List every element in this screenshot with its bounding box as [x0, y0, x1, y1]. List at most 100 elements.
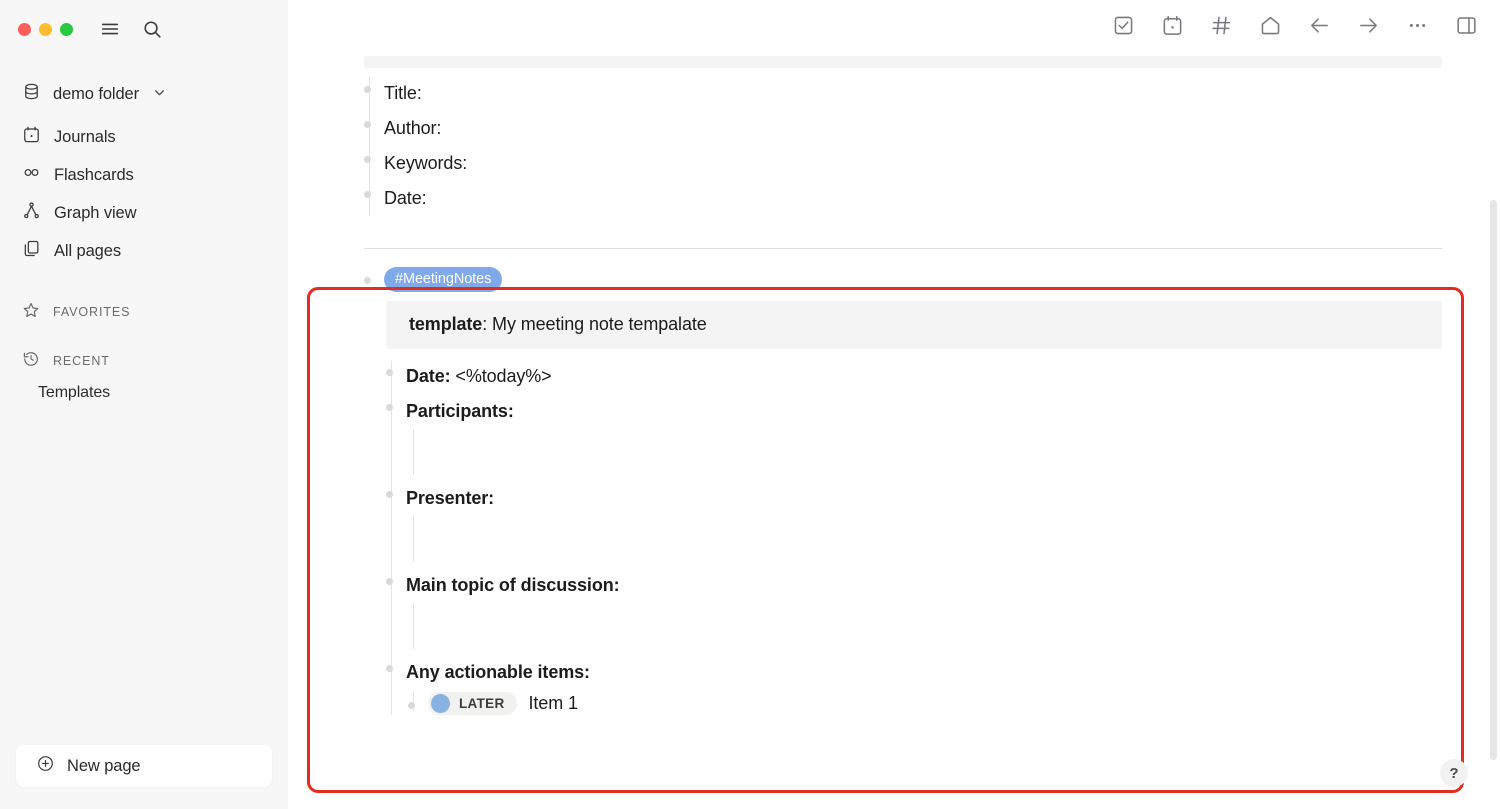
template-property-key: template [409, 314, 482, 334]
main-area: Title: Author: Keywords: Date: [288, 0, 1500, 809]
block-bullet[interactable] [386, 665, 393, 672]
help-button[interactable]: ? [1440, 759, 1468, 787]
graph-icon [22, 201, 41, 225]
todo-checkbox-icon[interactable] [1112, 14, 1135, 42]
sidebar-section-recent[interactable]: RECENT [0, 343, 288, 378]
maximize-window-button[interactable] [60, 23, 73, 36]
home-icon[interactable] [1259, 14, 1282, 42]
sidebar-section-favorites[interactable]: FAVORITES [0, 294, 288, 329]
block-text: Any actionable items: [406, 655, 590, 690]
sidebar-recent-page-templates[interactable]: Templates [0, 378, 288, 408]
block-presenter-field[interactable]: Presenter: [386, 481, 1442, 516]
sidebar-item-all-pages[interactable]: All pages [0, 232, 288, 270]
block-main-topic-field[interactable]: Main topic of discussion: [386, 568, 1442, 603]
chevron-down-icon[interactable] [153, 85, 166, 104]
infinity-icon [22, 163, 41, 187]
block-bullet[interactable] [364, 191, 371, 198]
traffic-lights [18, 23, 73, 36]
block-bullet[interactable] [364, 86, 371, 93]
ellipsis-icon[interactable] [1406, 14, 1429, 42]
block-text: Presenter: [406, 481, 494, 516]
sidebar-section-label: FAVORITES [53, 305, 130, 319]
block-label: Main topic of discussion: [406, 575, 620, 595]
block-bullet[interactable] [408, 702, 415, 709]
sidebar-item-label: Flashcards [54, 166, 134, 185]
search-icon[interactable] [141, 18, 163, 40]
block-keywords[interactable]: Keywords: [364, 146, 1442, 181]
clock-history-icon [22, 350, 40, 371]
sidebar-section-label: RECENT [53, 354, 110, 368]
main-scrollbar[interactable] [1490, 200, 1497, 760]
sidebar-item-label: All pages [54, 242, 121, 261]
new-page-label: New page [67, 757, 141, 776]
minimize-window-button[interactable] [39, 23, 52, 36]
sidebar-item-journals[interactable]: Journals [0, 118, 288, 156]
block-date-field[interactable]: Date: <%today%> [386, 359, 1442, 394]
block-label: Presenter: [406, 488, 494, 508]
sidebar-spacer [0, 408, 288, 745]
document-body: Title: Author: Keywords: Date: [364, 56, 1442, 715]
pages-icon [22, 239, 41, 263]
block-guide-line [413, 516, 414, 562]
block-participants-field[interactable]: Participants: [386, 394, 1442, 429]
block-text: Participants: [406, 394, 514, 429]
block-author[interactable]: Author: [364, 111, 1442, 146]
template-property-row[interactable]: template: My meeting note tempalate [386, 301, 1442, 349]
empty-child-block[interactable] [408, 603, 1442, 655]
block-bullet[interactable] [364, 121, 371, 128]
block-title[interactable]: Title: [364, 76, 1442, 111]
section-divider [364, 248, 1442, 249]
sidebar-item-label: Graph view [54, 204, 136, 223]
hash-icon[interactable] [1210, 14, 1233, 42]
arrow-left-icon[interactable] [1308, 14, 1331, 42]
tag-meetingnotes[interactable]: #MeetingNotes [384, 267, 502, 292]
sidebar-item-flashcards[interactable]: Flashcards [0, 156, 288, 194]
close-window-button[interactable] [18, 23, 31, 36]
meeting-notes-template-block: #MeetingNotes template: My meeting note … [364, 267, 1442, 715]
todo-text: Item 1 [529, 693, 578, 714]
block-value: <%today%> [451, 366, 552, 386]
template-tag-row[interactable]: #MeetingNotes [364, 267, 1442, 292]
top-toolbar [288, 0, 1500, 56]
block-bullet[interactable] [364, 277, 371, 284]
right-sidebar-icon[interactable] [1455, 14, 1478, 42]
left-sidebar: demo folder Journals [0, 0, 288, 809]
block-bullet[interactable] [386, 578, 393, 585]
hamburger-menu-icon[interactable] [99, 18, 121, 40]
page-content: Title: Author: Keywords: Date: [288, 56, 1500, 809]
calendar-icon[interactable] [1161, 14, 1184, 42]
sidebar-item-graph-view[interactable]: Graph view [0, 194, 288, 232]
arrow-right-icon[interactable] [1357, 14, 1380, 42]
block-text: Author: [384, 111, 441, 146]
block-bullet[interactable] [386, 491, 393, 498]
todo-status-circle-icon[interactable] [431, 694, 450, 713]
calendar-icon [22, 125, 41, 149]
block-guide-line [413, 603, 414, 649]
block-text: Keywords: [384, 146, 467, 181]
star-icon [22, 301, 40, 322]
new-page-button[interactable]: New page [16, 745, 272, 787]
top-template-children: Title: Author: Keywords: Date: [364, 76, 1442, 216]
empty-child-block[interactable] [408, 429, 1442, 481]
template-property-separator: : [482, 314, 492, 334]
block-bullet[interactable] [386, 404, 393, 411]
block-text: Date: <%today%> [406, 359, 552, 394]
block-bullet[interactable] [386, 369, 393, 376]
window-title-bar [0, 0, 288, 58]
template-children: Date: <%today%> Participants: Presenter: [386, 359, 1442, 715]
actionable-items-children: LATER Item 1 [408, 692, 1442, 715]
sidebar-graph-selector[interactable]: demo folder [0, 76, 288, 112]
block-text: Title: [384, 76, 422, 111]
block-actionable-items-field[interactable]: Any actionable items: [386, 655, 1442, 690]
empty-child-block[interactable] [408, 516, 1442, 568]
todo-block[interactable]: LATER Item 1 [408, 692, 1442, 715]
block-bullet[interactable] [364, 156, 371, 163]
block-text: Main topic of discussion: [406, 568, 620, 603]
app-window: demo folder Journals [0, 0, 1500, 809]
block-date[interactable]: Date: [364, 181, 1442, 216]
sidebar-graph-label: demo folder [53, 85, 139, 104]
block-guide-line [413, 429, 414, 475]
todo-marker[interactable]: LATER [428, 692, 517, 715]
sidebar-item-label: Journals [54, 128, 116, 147]
block-text: Date: [384, 181, 427, 216]
